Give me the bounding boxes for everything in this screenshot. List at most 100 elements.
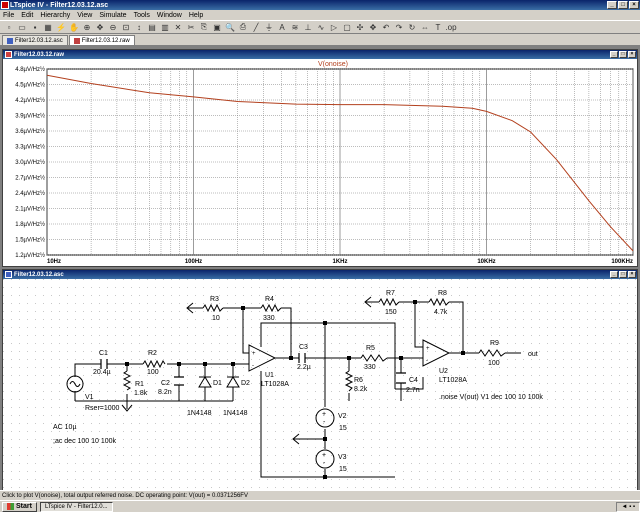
status-text: Click to plot V(onoise), total output re… — [2, 492, 248, 499]
tab-waveform[interactable]: Filter12.03.12.raw — [68, 35, 135, 45]
save-icon[interactable]: ▪ — [29, 22, 41, 33]
waveform-icon — [73, 37, 80, 44]
r3-value: 10 — [212, 315, 220, 322]
c1-name: C1 — [99, 350, 108, 357]
copy-icon[interactable]: ⎘ — [198, 22, 210, 33]
redo-icon[interactable]: ↷ — [393, 22, 405, 33]
drag-icon[interactable]: ✥ — [367, 22, 379, 33]
r5-value: 330 — [364, 364, 376, 371]
svg-text:-: - — [426, 358, 428, 364]
component-icon[interactable]: ▢ — [341, 22, 353, 33]
ac-label: AC 10µ — [53, 424, 77, 431]
start-button[interactable]: Start — [2, 501, 37, 512]
capacitor-icon[interactable]: ⊥ — [302, 22, 314, 33]
ltspice-app-icon — [1, 1, 9, 9]
schematic-canvas[interactable]: + - + - + - + - R3 10 R4 330 R7 150 R8 4… — [3, 279, 637, 490]
y-tick-labels: 4.8µV/Hz½ 4.5µV/Hz½ 4.2µV/Hz½ 3.9µV/Hz½ 3.6µ… — [15, 66, 45, 259]
schematic-maximize-button[interactable]: □ — [619, 271, 627, 278]
cut-icon[interactable]: ✂ — [185, 22, 197, 33]
d1-value: 1N4148 — [187, 410, 212, 417]
menu-view[interactable]: View — [77, 12, 92, 19]
u2-name: U2 — [439, 368, 448, 375]
start-label: Start — [16, 503, 32, 510]
r9-value: 100 — [488, 360, 500, 367]
run-icon[interactable]: ⚡ — [55, 22, 67, 33]
system-tray[interactable]: ◄ ▪ ▪ — [616, 501, 640, 512]
pan-icon[interactable]: ✥ — [94, 22, 106, 33]
menu-tools[interactable]: Tools — [134, 12, 150, 19]
control-panel-icon[interactable]: ▦ — [42, 22, 54, 33]
plot-close-button[interactable]: × — [628, 51, 636, 58]
schematic-icon — [7, 37, 13, 44]
new-icon[interactable]: ▫ — [3, 22, 15, 33]
print-icon[interactable]: ⎙ — [237, 22, 249, 33]
close-icon[interactable]: ✕ — [172, 22, 184, 33]
tab-schematic[interactable]: Filter12.03.12.asc — [2, 35, 68, 45]
r3-name: R3 — [210, 296, 219, 303]
resistor-icon[interactable]: ≋ — [289, 22, 301, 33]
x-tick-label: 10KHz — [477, 259, 495, 265]
out-label: out — [528, 351, 538, 358]
y-tick-label: 3.6µV/Hz½ — [15, 128, 45, 135]
r2-name: R2 — [148, 350, 157, 357]
x-tick-labels: 10Hz 100Hz 1KHz 10KHz 100KHz — [47, 259, 633, 265]
r5-name: R5 — [366, 345, 375, 352]
windows-flag-icon — [7, 503, 14, 510]
menu-help[interactable]: Help — [189, 12, 203, 19]
menu-edit[interactable]: Edit — [21, 12, 33, 19]
c2-value: 8.2n — [158, 389, 172, 396]
r8-value: 4.7k — [434, 309, 448, 316]
y-tick-label: 2.4µV/Hz½ — [15, 190, 45, 197]
v2-value: 15 — [339, 425, 347, 432]
halt-icon[interactable]: ✋ — [68, 22, 80, 33]
inductor-icon[interactable]: ∿ — [315, 22, 327, 33]
x-tick-label: 1KHz — [332, 259, 347, 265]
svg-text:+: + — [252, 351, 256, 357]
trace-label[interactable]: V(onoise) — [318, 61, 348, 68]
plot-maximize-button[interactable]: □ — [619, 51, 627, 58]
move-icon[interactable]: ✣ — [354, 22, 366, 33]
zoom-in-icon[interactable]: ⊕ — [81, 22, 93, 33]
menu-file[interactable]: File — [3, 12, 14, 19]
wire-icon[interactable]: ╱ — [250, 22, 262, 33]
y-tick-label: 2.7µV/Hz½ — [15, 175, 45, 182]
mirror-icon[interactable]: ⇔ — [419, 22, 431, 33]
maximize-button[interactable]: □ — [618, 1, 628, 9]
autorange-icon[interactable]: ↕ — [133, 22, 145, 33]
c4-value: 2.7n — [406, 387, 420, 394]
ground-icon[interactable]: ⏚ — [263, 22, 275, 33]
noise-plot[interactable]: 4.8µV/Hz½ 4.5µV/Hz½ 4.2µV/Hz½ 3.9µV/Hz½ 3.6µ… — [3, 59, 637, 266]
zoom-out-icon[interactable]: ⊖ — [107, 22, 119, 33]
diode-icon[interactable]: ▷ — [328, 22, 340, 33]
tile-icon[interactable]: ▤ — [146, 22, 158, 33]
tray-icons: ◄ ▪ ▪ — [621, 503, 635, 510]
tab-label: Filter12.03.12.raw — [81, 37, 130, 44]
text-icon[interactable]: T — [432, 22, 444, 33]
plot-window[interactable]: Filter12.03.12.raw _ □ × 4.8µV/Hz½ 4.5µV/… — [2, 49, 638, 267]
r1-value: 1.8k — [134, 390, 148, 397]
plot-minimize-button[interactable]: _ — [610, 51, 618, 58]
zoom-fit-icon[interactable]: ⊡ — [120, 22, 132, 33]
u1-value: LT1028A — [261, 381, 289, 388]
schematic-window-title: Filter12.03.12.asc — [14, 271, 64, 278]
menu-hierarchy[interactable]: Hierarchy — [40, 12, 70, 19]
u2-value: LT1028A — [439, 377, 467, 384]
menu-window[interactable]: Window — [157, 12, 182, 19]
find-icon[interactable]: 🔍 — [224, 22, 236, 33]
cascade-icon[interactable]: ▥ — [159, 22, 171, 33]
status-bar: Click to plot V(onoise), total output re… — [0, 490, 640, 500]
menu-simulate[interactable]: Simulate — [99, 12, 126, 19]
paste-icon[interactable]: ▣ — [211, 22, 223, 33]
rotate-icon[interactable]: ↻ — [406, 22, 418, 33]
schematic-window[interactable]: Filter12.03.12.asc _ □ × + - + - + - + -… — [2, 269, 638, 491]
plot-window-title-bar: Filter12.03.12.raw _ □ × — [3, 50, 637, 59]
label-icon[interactable]: A — [276, 22, 288, 33]
schematic-close-button[interactable]: × — [628, 271, 636, 278]
close-button[interactable]: × — [629, 1, 639, 9]
undo-icon[interactable]: ↶ — [380, 22, 392, 33]
minimize-button[interactable]: _ — [607, 1, 617, 9]
taskbar-item-ltspice[interactable]: LTspice IV - Filter12.0... — [39, 501, 113, 512]
spice-directive-icon[interactable]: .op — [445, 22, 457, 33]
open-icon[interactable]: ▭ — [16, 22, 28, 33]
schematic-minimize-button[interactable]: _ — [610, 271, 618, 278]
